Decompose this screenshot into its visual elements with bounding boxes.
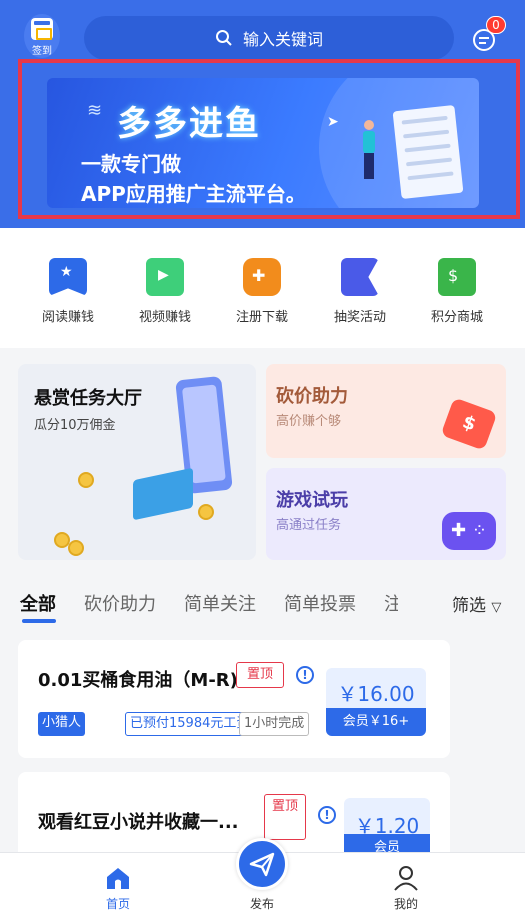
checkin-label: 签到 bbox=[32, 46, 52, 57]
tab-vote[interactable]: 简单投票 bbox=[284, 590, 356, 616]
coin-icon bbox=[68, 540, 84, 556]
nav-item-register[interactable]: ✚ 注册下载 bbox=[222, 258, 302, 325]
promo-game-subtitle: 高通过任务 bbox=[276, 518, 342, 533]
nav-item-shop[interactable]: $ 积分商城 bbox=[417, 258, 497, 325]
nav-item-read[interactable]: ★ 阅读赚钱 bbox=[28, 258, 108, 325]
calendar-icon bbox=[31, 18, 53, 40]
task-card[interactable]: 观看红豆小说并收藏一... 置顶 ! ￥1.20 会员 bbox=[18, 772, 450, 862]
promo-card-bounty[interactable]: 悬赏任务大厅 瓜分10万佣金 bbox=[18, 364, 256, 560]
task-title: 0.01买桶食用油（M-R) bbox=[38, 670, 238, 691]
person-illustration bbox=[362, 120, 376, 184]
app-root: 签到 输入关键词 0 ≋ 多多进鱼 一款专门做 APP应用推广主流平台。 ➤ ★… bbox=[0, 0, 525, 915]
shop-icon: $ bbox=[438, 258, 476, 296]
tab-truncated[interactable]: 注 bbox=[384, 590, 398, 616]
tab-all[interactable]: 全部 bbox=[20, 590, 56, 616]
bottom-nav-mine-label: 我的 bbox=[393, 897, 418, 911]
checkin-button[interactable]: 签到 bbox=[24, 14, 60, 58]
home-icon bbox=[105, 865, 131, 891]
vip-price: 会员￥16+ bbox=[326, 708, 426, 736]
task-title: 观看红豆小说并收藏一... bbox=[38, 812, 239, 833]
promo-bargain-subtitle: 高价赚个够 bbox=[276, 414, 342, 429]
promo-bounty-title: 悬赏任务大厅 bbox=[34, 388, 142, 409]
tab-bargain[interactable]: 砍价助力 bbox=[84, 590, 156, 616]
wave-icon: ≋ bbox=[87, 100, 103, 121]
nav-item-video[interactable]: ▶ 视频赚钱 bbox=[125, 258, 205, 325]
publish-button[interactable] bbox=[236, 838, 288, 890]
nav-label-shop: 积分商城 bbox=[430, 310, 483, 325]
hunter-tag: 小猎人 bbox=[38, 712, 86, 736]
info-icon[interactable]: ! bbox=[318, 806, 336, 824]
coin-icon bbox=[78, 472, 94, 488]
banner-line1: 一款专门做 bbox=[81, 152, 181, 176]
search-placeholder: 输入关键词 bbox=[242, 30, 323, 49]
promo-card-bargain[interactable]: 砍价助力 高价赚个够 $ bbox=[266, 364, 506, 458]
document-illustration bbox=[392, 105, 464, 199]
pinned-tag: 置顶 bbox=[236, 662, 284, 688]
promo-bargain-title: 砍价助力 bbox=[276, 386, 348, 407]
promo-bounty-subtitle: 瓜分10万佣金 bbox=[34, 418, 116, 433]
promo-card-game[interactable]: 游戏试玩 高通过任务 ✚ ⁘ bbox=[266, 468, 506, 560]
nav-label-lottery: 抽奖活动 bbox=[333, 310, 386, 325]
price-box[interactable]: ￥16.00 会员￥16+ bbox=[326, 668, 426, 736]
search-input[interactable]: 输入关键词 bbox=[84, 16, 454, 60]
flag-icon bbox=[341, 258, 379, 296]
book-star-icon: ★ bbox=[49, 258, 87, 296]
nav-item-lottery[interactable]: 抽奖活动 bbox=[320, 258, 400, 325]
coin-icon bbox=[198, 504, 214, 520]
filter-label: 筛选 bbox=[452, 596, 486, 616]
message-button[interactable]: 0 bbox=[470, 16, 506, 56]
publish-label: 发布 bbox=[249, 897, 274, 911]
duration-tag: 1小时完成 bbox=[239, 712, 310, 736]
price-tag-icon: $ bbox=[440, 397, 498, 451]
promo-game-title: 游戏试玩 bbox=[276, 490, 348, 511]
nav-label-video: 视频赚钱 bbox=[138, 310, 191, 325]
message-badge: 0 bbox=[486, 16, 506, 34]
tab-follow[interactable]: 简单关注 bbox=[184, 590, 256, 616]
banner-line2: APP应用推广主流平台。 bbox=[81, 182, 306, 206]
task-price: ￥16.00 bbox=[337, 682, 415, 706]
user-icon bbox=[393, 865, 419, 891]
prepaid-tag: 已预付15984元工资 bbox=[125, 712, 255, 736]
paper-plane-icon bbox=[249, 852, 275, 877]
task-card[interactable]: 0.01买桶食用油（M-R) 置顶 ! 小猎人 已预付15984元工资 1小时完… bbox=[18, 640, 450, 758]
bottom-nav-home[interactable]: 首页 bbox=[88, 865, 148, 912]
filter-icon: ▽ bbox=[491, 600, 502, 615]
tab-active-indicator bbox=[22, 619, 56, 623]
bottom-nav-mine[interactable]: 我的 bbox=[376, 865, 436, 912]
game-controller-icon: ✚ ⁘ bbox=[442, 512, 496, 550]
video-camera-icon: ▶ bbox=[146, 258, 184, 296]
pinned-tag: 置顶 bbox=[264, 794, 306, 840]
banner[interactable]: ≋ 多多进鱼 一款专门做 APP应用推广主流平台。 ➤ bbox=[47, 78, 479, 208]
banner-title: 多多进鱼 bbox=[117, 104, 261, 144]
filter-button[interactable]: 筛选 ▽ bbox=[452, 591, 501, 616]
nav-label-register: 注册下载 bbox=[235, 310, 288, 325]
info-icon[interactable]: ! bbox=[296, 666, 314, 684]
nav-label-read: 阅读赚钱 bbox=[41, 310, 94, 325]
platform-illustration bbox=[133, 467, 193, 521]
search-icon bbox=[215, 30, 232, 46]
bottom-nav-home-label: 首页 bbox=[105, 897, 130, 911]
paper-plane-icon: ➤ bbox=[327, 114, 339, 130]
gamepad-icon: ✚ bbox=[243, 258, 281, 296]
category-tabs: 全部 砍价助力 简单关注 简单投票 注 筛选 ▽ bbox=[0, 575, 525, 625]
